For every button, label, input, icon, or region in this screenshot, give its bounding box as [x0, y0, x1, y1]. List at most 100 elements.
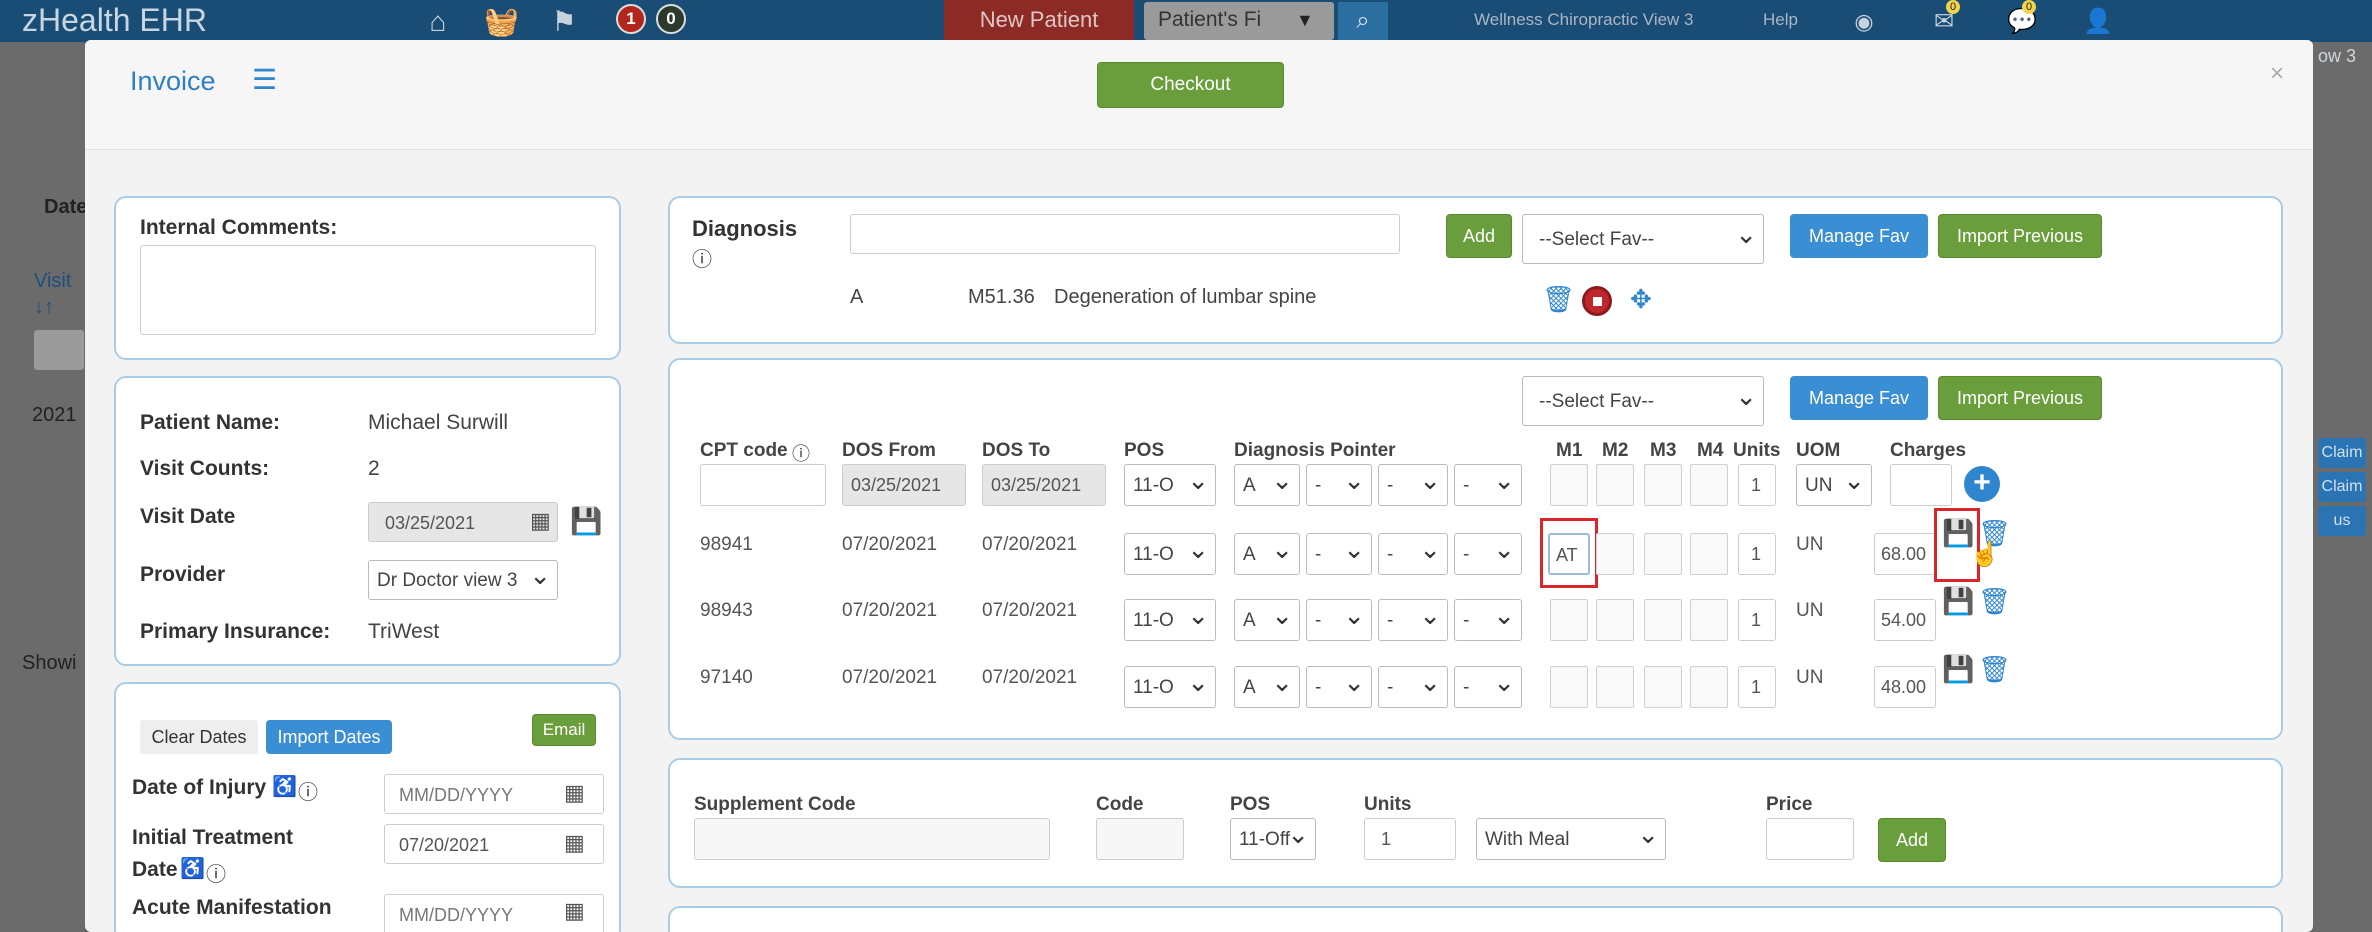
add-procedure-icon[interactable]: +: [1964, 466, 2000, 502]
modifier-m3-input[interactable]: [1644, 666, 1682, 708]
info-icon[interactable]: ⓘ: [792, 440, 810, 466]
import-dates-button[interactable]: Import Dates: [266, 720, 392, 754]
modifier-m4-input[interactable]: [1690, 464, 1728, 506]
sort-icon[interactable]: ↓↑: [34, 296, 54, 319]
calendar-icon[interactable]: ▦: [564, 898, 585, 924]
pointer-select[interactable]: -: [1306, 666, 1372, 708]
supplement-pos-select[interactable]: 11-Off: [1230, 818, 1316, 860]
procedure-select-fav[interactable]: --Select Fav--: [1522, 376, 1764, 426]
basket-icon[interactable]: 🧺: [484, 8, 519, 36]
pos-select[interactable]: 11-O: [1124, 464, 1216, 506]
trash-icon[interactable]: 🗑: [1978, 656, 2011, 682]
chevron-down-icon[interactable]: ▼: [1296, 10, 1314, 31]
background-filter-input[interactable]: [34, 330, 84, 370]
modifier-m2-input[interactable]: [1596, 533, 1634, 575]
help-link[interactable]: Help: [1763, 10, 1798, 30]
eye-icon[interactable]: ◉: [1848, 8, 1880, 36]
import-previous-button[interactable]: Import Previous: [1938, 376, 2102, 420]
background-view-dropdown[interactable]: ow 3: [2318, 46, 2356, 67]
units-input[interactable]: 1: [1738, 599, 1776, 641]
manage-fav-button[interactable]: Manage Fav: [1790, 376, 1928, 420]
info-icon[interactable]: ⓘ: [206, 858, 226, 887]
pos-select[interactable]: 11-O: [1124, 666, 1216, 708]
calendar-icon[interactable]: ▦: [564, 780, 585, 806]
modifier-m2-input[interactable]: [1596, 666, 1634, 708]
pointer-select[interactable]: -: [1378, 666, 1448, 708]
charges-input[interactable]: [1890, 464, 1952, 506]
provider-select[interactable]: Dr Doctor view 3: [368, 560, 558, 600]
modifier-m3-input[interactable]: [1644, 599, 1682, 641]
info-icon[interactable]: ⓘ: [298, 776, 318, 805]
pointer-select[interactable]: -: [1454, 464, 1522, 506]
save-icon[interactable]: 💾: [570, 508, 602, 534]
pointer-select[interactable]: -: [1454, 533, 1522, 575]
background-claim-button[interactable]: Claim: [2318, 472, 2366, 502]
pointer-select[interactable]: -: [1378, 599, 1448, 641]
internal-comments-textarea[interactable]: [140, 245, 596, 335]
modifier-m3-input[interactable]: [1644, 464, 1682, 506]
pointer-select[interactable]: -: [1378, 533, 1448, 575]
pointer-select[interactable]: -: [1454, 599, 1522, 641]
modifier-m1-input[interactable]: [1550, 599, 1588, 641]
pos-select[interactable]: 11-O: [1124, 599, 1216, 641]
search-icon[interactable]: ⌕: [1338, 2, 1388, 40]
stop-icon[interactable]: [1582, 286, 1612, 316]
dos-from-input[interactable]: 03/25/2021: [842, 464, 966, 506]
manage-fav-button[interactable]: Manage Fav: [1790, 214, 1928, 258]
email-button[interactable]: Email: [532, 714, 596, 746]
home-icon[interactable]: ⌂: [422, 8, 454, 36]
count-badge[interactable]: 0: [656, 4, 686, 34]
pointer-select[interactable]: A: [1234, 599, 1300, 641]
supplement-code-input[interactable]: [694, 818, 1050, 860]
save-icon[interactable]: 💾: [1942, 588, 1974, 614]
trash-icon[interactable]: 🗑: [1978, 588, 2011, 614]
flag-icon[interactable]: ⚑: [548, 8, 580, 36]
modifier-m4-input[interactable]: [1690, 533, 1728, 575]
add-supplement-button[interactable]: Add: [1878, 818, 1946, 862]
background-claim-button[interactable]: Claim: [2318, 438, 2366, 468]
background-status-button[interactable]: us: [2318, 506, 2366, 536]
charges-input[interactable]: 68.00: [1874, 533, 1936, 575]
pointer-select[interactable]: A: [1234, 666, 1300, 708]
charges-input[interactable]: 48.00: [1874, 666, 1936, 708]
pointer-select[interactable]: A: [1234, 464, 1300, 506]
add-user-icon[interactable]: 👤: [2082, 8, 2114, 36]
pointer-select[interactable]: -: [1306, 599, 1372, 641]
modifier-m1-input[interactable]: [1550, 666, 1588, 708]
diagnosis-search-input[interactable]: [850, 214, 1400, 254]
alert-badge[interactable]: 1: [616, 4, 646, 34]
cpt-code-input[interactable]: [700, 464, 826, 506]
info-icon[interactable]: ⓘ: [692, 243, 712, 272]
app-brand[interactable]: zHealth EHR: [22, 2, 207, 39]
close-icon[interactable]: ×: [2270, 60, 2284, 88]
clear-dates-button[interactable]: Clear Dates: [140, 720, 258, 754]
pointer-select[interactable]: -: [1378, 464, 1448, 506]
diagnosis-select-fav[interactable]: --Select Fav--: [1522, 214, 1764, 264]
trash-icon[interactable]: 🗑: [1542, 286, 1575, 312]
pointer-select[interactable]: A: [1234, 533, 1300, 575]
pos-select[interactable]: 11-O: [1124, 533, 1216, 575]
checkout-button[interactable]: Checkout: [1097, 62, 1284, 108]
price-input[interactable]: [1766, 818, 1854, 860]
units-input[interactable]: 1: [1738, 666, 1776, 708]
modifier-m4-input[interactable]: [1690, 666, 1728, 708]
modifier-m4-input[interactable]: [1690, 599, 1728, 641]
uom-select[interactable]: UN: [1796, 464, 1872, 506]
modifier-m1-input[interactable]: [1550, 464, 1588, 506]
dos-to-input[interactable]: 03/25/2021: [982, 464, 1106, 506]
modifier-m3-input[interactable]: [1644, 533, 1682, 575]
location-link[interactable]: Wellness Chiropractic View 3: [1474, 10, 1694, 30]
pointer-select[interactable]: -: [1306, 533, 1372, 575]
meal-select[interactable]: With Meal: [1476, 818, 1666, 860]
modifier-m2-input[interactable]: [1596, 599, 1634, 641]
supplement-units-input[interactable]: 1: [1364, 818, 1456, 860]
calendar-icon[interactable]: ▦: [564, 830, 585, 856]
modifier-m1-input[interactable]: AT: [1548, 533, 1590, 575]
move-icon[interactable]: ✥: [1630, 286, 1652, 312]
charges-input[interactable]: 54.00: [1874, 599, 1936, 641]
new-patient-button[interactable]: New Patient: [944, 0, 1134, 40]
units-input[interactable]: 1: [1738, 533, 1776, 575]
pointer-select[interactable]: -: [1454, 666, 1522, 708]
pointer-select[interactable]: -: [1306, 464, 1372, 506]
list-icon[interactable]: ☰: [252, 66, 277, 94]
